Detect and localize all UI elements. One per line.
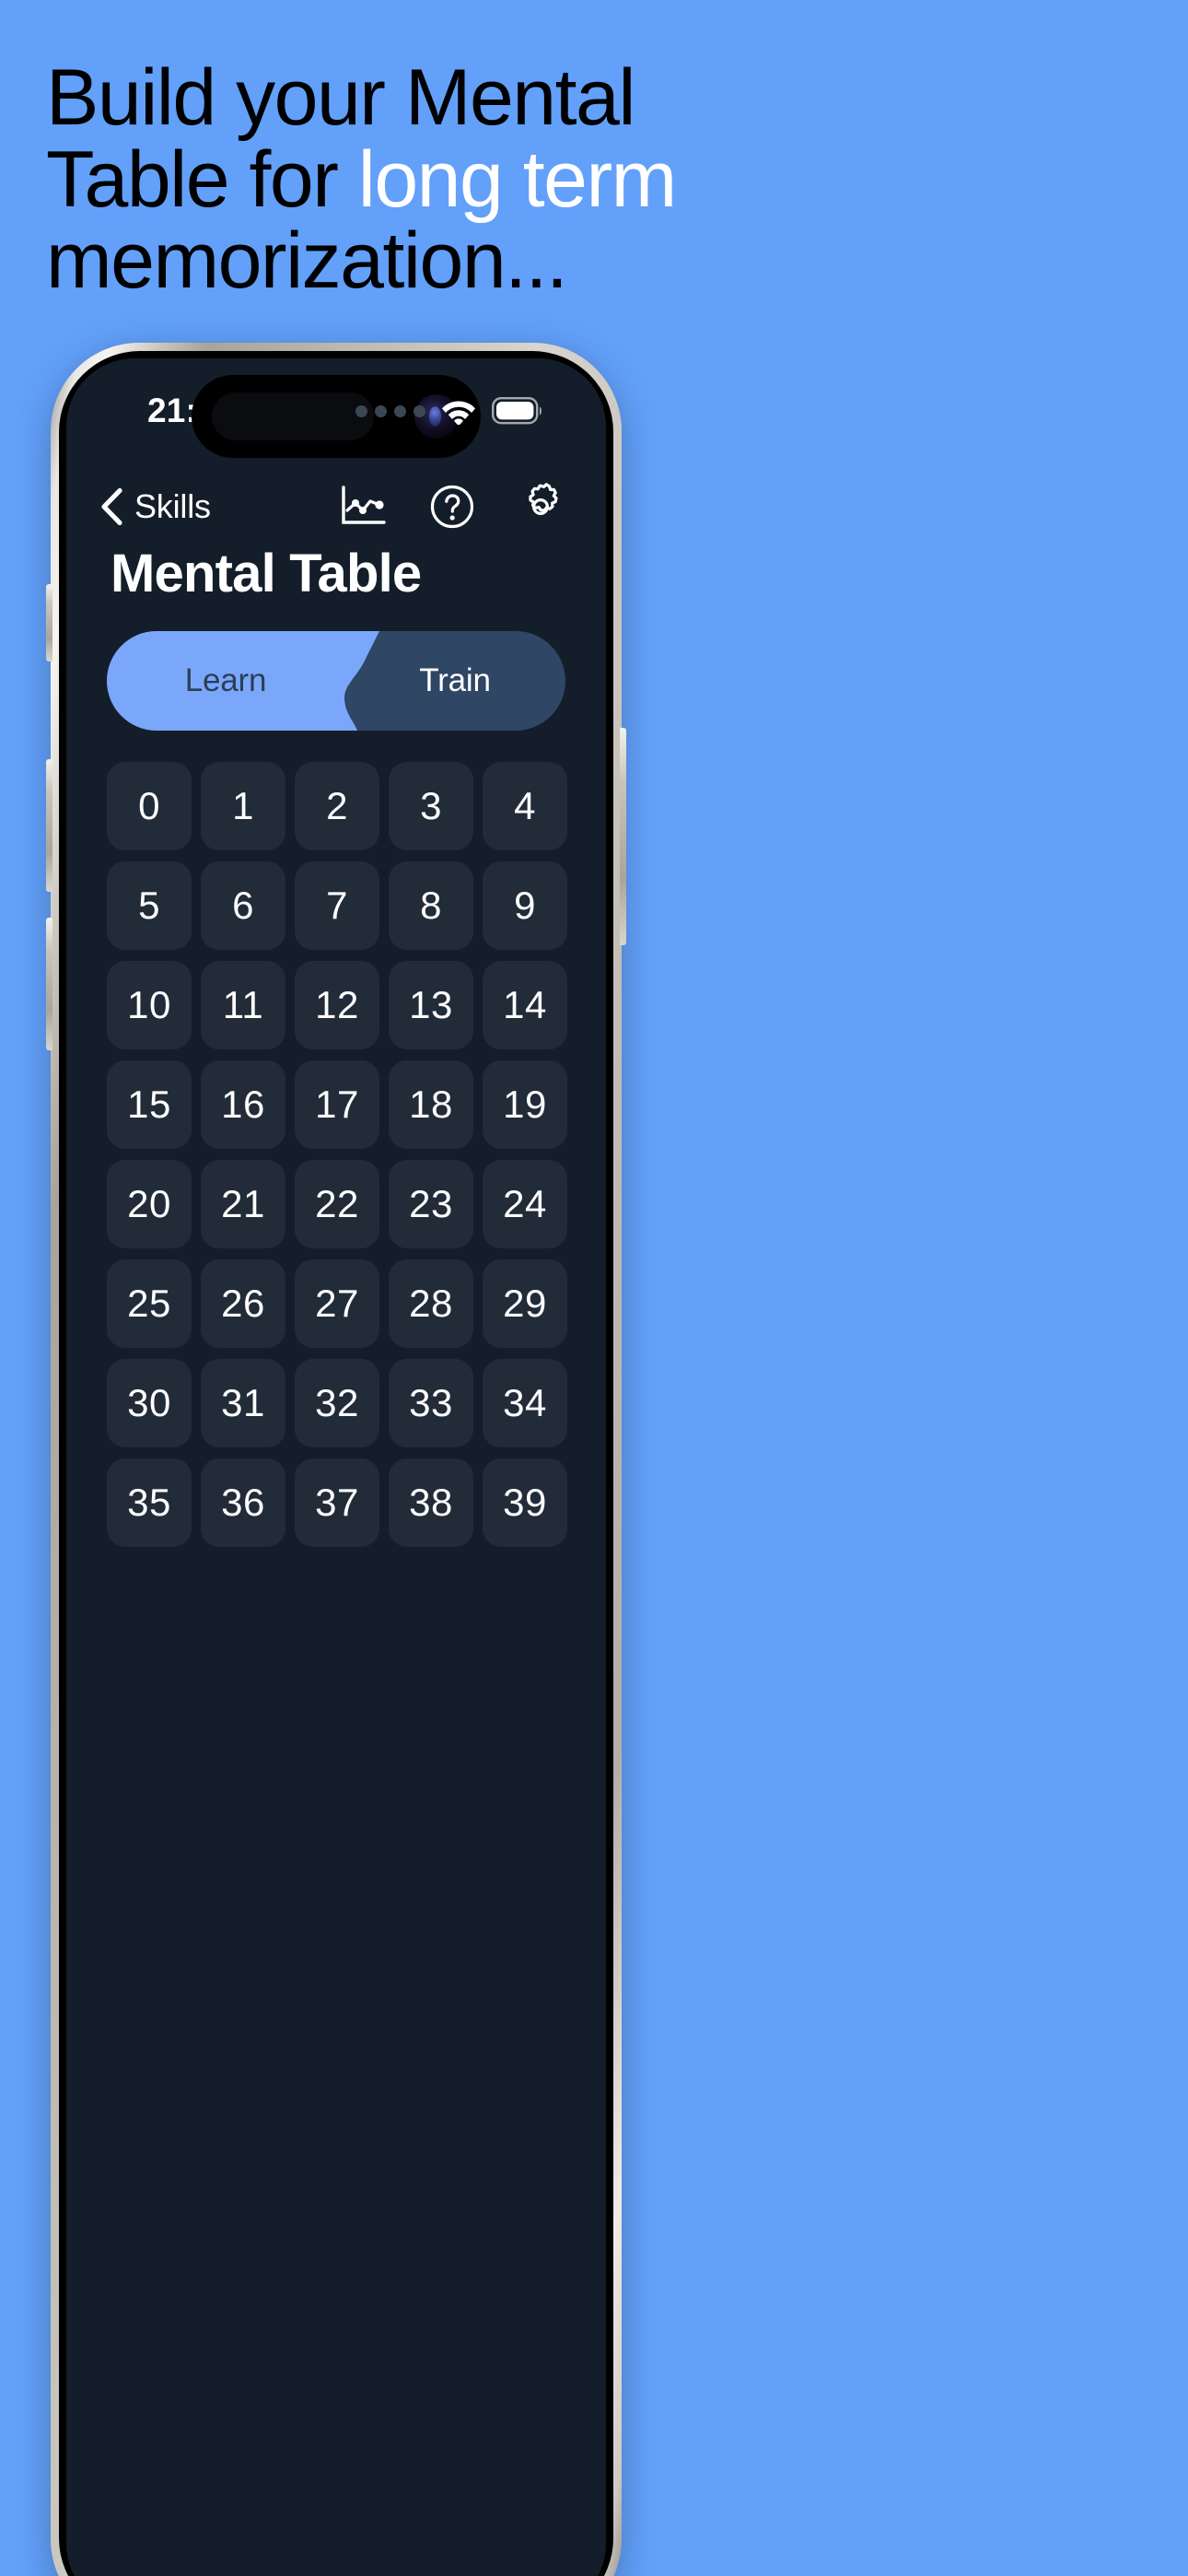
grid-cell[interactable]: 2 <box>295 762 379 850</box>
grid-cell[interactable]: 27 <box>295 1259 379 1348</box>
phone-device-frame: 21:13 <box>46 343 626 2576</box>
headline-accent-text: long term <box>357 135 678 224</box>
grid-cell[interactable]: 26 <box>201 1259 285 1348</box>
grid-cell[interactable]: 30 <box>107 1359 192 1447</box>
grid-cell[interactable]: 12 <box>295 961 379 1049</box>
grid-cell[interactable]: 39 <box>483 1458 567 1547</box>
grid-cell[interactable]: 6 <box>201 861 285 950</box>
grid-cell[interactable]: 11 <box>201 961 285 1049</box>
grid-cell[interactable]: 7 <box>295 861 379 950</box>
chart-line-icon[interactable] <box>339 485 389 529</box>
grid-cell[interactable]: 10 <box>107 961 192 1049</box>
segment-train[interactable]: Train <box>344 631 565 731</box>
grid-cell[interactable]: 28 <box>389 1259 473 1348</box>
mental-table-number-grid: 0 1 2 3 4 5 6 7 8 9 10 11 12 13 14 15 16 17 18 19 20 21 22 23 24… <box>107 762 567 1547</box>
volume-down-button[interactable] <box>46 918 52 1050</box>
grid-cell[interactable]: 19 <box>483 1060 567 1149</box>
grid-cell[interactable]: 29 <box>483 1259 567 1348</box>
headline-line-3: memorization... <box>46 217 568 306</box>
marketing-headline: Build your Mental Table for long term me… <box>46 57 1142 302</box>
back-button-label: Skills <box>134 487 211 525</box>
grid-cell[interactable]: 24 <box>483 1160 567 1248</box>
segment-learn[interactable]: Learn <box>107 631 344 731</box>
grid-cell[interactable]: 0 <box>107 762 192 850</box>
wifi-icon <box>442 401 475 425</box>
headline-line-2: Table for long term <box>46 138 1142 221</box>
grid-cell[interactable]: 37 <box>295 1458 379 1547</box>
cellular-dots-icon <box>355 404 425 417</box>
status-bar: 21:13 <box>66 358 606 469</box>
grid-cell[interactable]: 33 <box>389 1359 473 1447</box>
navigation-bar: Skills <box>66 469 606 544</box>
back-button[interactable]: Skills <box>99 487 211 526</box>
headline-line-1: Build your Mental <box>46 53 635 142</box>
volume-up-button[interactable] <box>46 759 52 892</box>
grid-cell[interactable]: 13 <box>389 961 473 1049</box>
grid-cell[interactable]: 31 <box>201 1359 285 1447</box>
grid-cell[interactable]: 25 <box>107 1259 192 1348</box>
page-title: Mental Table <box>111 544 422 603</box>
headline-line-2-text: Table for <box>46 135 358 224</box>
grid-cell[interactable]: 32 <box>295 1359 379 1447</box>
grid-cell[interactable]: 34 <box>483 1359 567 1447</box>
grid-cell[interactable]: 17 <box>295 1060 379 1149</box>
grid-cell[interactable]: 8 <box>389 861 473 950</box>
grid-cell[interactable]: 4 <box>483 762 567 850</box>
battery-full-icon <box>492 397 542 425</box>
grid-cell[interactable]: 16 <box>201 1060 285 1149</box>
gear-icon[interactable] <box>516 482 565 532</box>
learn-train-segmented-control[interactable]: Learn Train <box>107 631 565 731</box>
grid-cell[interactable]: 3 <box>389 762 473 850</box>
power-button[interactable] <box>620 728 626 945</box>
status-bar-indicators <box>355 397 543 425</box>
grid-cell[interactable]: 22 <box>295 1160 379 1248</box>
grid-cell[interactable]: 14 <box>483 961 567 1049</box>
grid-cell[interactable]: 18 <box>389 1060 473 1149</box>
dynamic-island-pill <box>212 392 374 440</box>
navigation-actions <box>339 482 565 532</box>
grid-cell[interactable]: 20 <box>107 1160 192 1248</box>
chevron-left-icon <box>101 487 122 526</box>
grid-cell[interactable]: 23 <box>389 1160 473 1248</box>
grid-cell[interactable]: 21 <box>201 1160 285 1248</box>
grid-cell[interactable]: 5 <box>107 861 192 950</box>
grid-cell[interactable]: 35 <box>107 1458 192 1547</box>
grid-cell[interactable]: 36 <box>201 1458 285 1547</box>
phone-screen: 21:13 <box>66 358 606 2576</box>
grid-cell[interactable]: 15 <box>107 1060 192 1149</box>
action-button[interactable] <box>46 584 52 662</box>
question-circle-icon[interactable] <box>429 484 475 530</box>
grid-cell[interactable]: 38 <box>389 1458 473 1547</box>
grid-cell[interactable]: 9 <box>483 861 567 950</box>
grid-cell[interactable]: 1 <box>201 762 285 850</box>
